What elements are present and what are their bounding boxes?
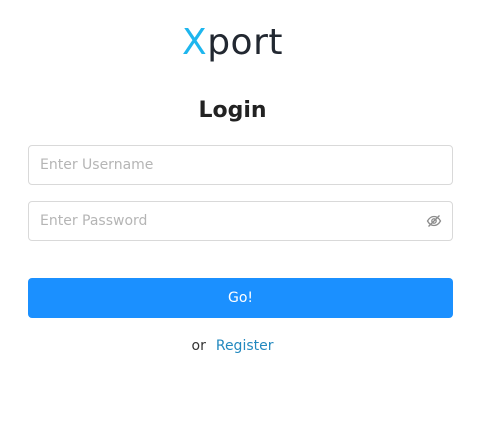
or-text: or [191, 338, 206, 354]
register-prompt: or Register [0, 336, 465, 356]
page-title: Login [198, 98, 267, 123]
logo-text: port [207, 22, 283, 63]
app-logo: Xport [0, 22, 465, 64]
logo-accent-letter: X [182, 22, 208, 63]
go-button[interactable]: Go! [28, 278, 453, 318]
eye-invisible-icon[interactable] [426, 213, 442, 229]
username-input[interactable] [29, 146, 452, 184]
username-field-wrapper [28, 145, 453, 185]
password-field-wrapper [28, 201, 453, 241]
register-link[interactable]: Register [216, 338, 274, 354]
password-input[interactable] [29, 202, 452, 240]
